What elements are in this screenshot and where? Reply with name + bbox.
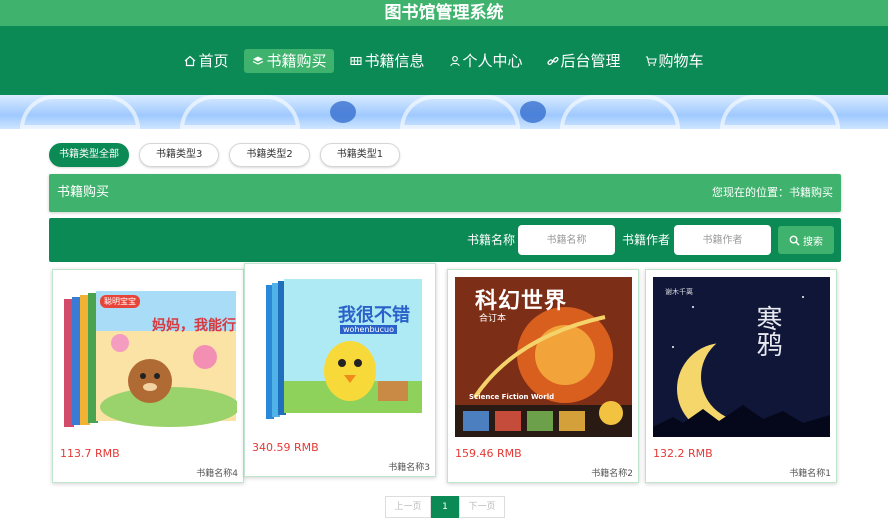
book-cover: 谢木千离 寒鸦	[653, 277, 830, 437]
cover-subtitle: 合订本	[479, 314, 507, 324]
book-name-label: 书籍名称	[467, 233, 516, 247]
cover-author: 谢木千离	[665, 288, 693, 296]
nav-cart[interactable]: 购物车	[637, 49, 712, 73]
pagination: 上一页 1 下一页	[385, 496, 505, 518]
home-icon	[185, 55, 196, 66]
nav-home-label: 首页	[198, 51, 229, 70]
nav-admin-label: 后台管理	[560, 51, 621, 70]
book-author-input[interactable]	[674, 225, 771, 255]
nav-cart-label: 购物车	[658, 51, 704, 70]
book-price: 132.2 RMB	[653, 447, 713, 460]
layers-icon	[253, 56, 264, 65]
nav-book-info[interactable]: 书籍信息	[342, 49, 432, 73]
cover-title: 我很不错	[338, 305, 410, 326]
link-icon	[546, 56, 559, 65]
cover-title: 寒鸦	[752, 305, 782, 357]
nav-home[interactable]: 首页	[176, 49, 236, 73]
book-card[interactable]: 谢木千离 寒鸦 132.2 RMB 书籍名称1	[645, 269, 837, 483]
book-cover: 我很不错 wohenbucuo	[252, 271, 429, 431]
search-button-label: 搜索	[803, 236, 823, 248]
header-banner	[0, 95, 888, 129]
nav-book-info-label: 书籍信息	[364, 51, 425, 70]
search-icon	[789, 235, 800, 246]
book-author-label: 书籍作者	[622, 233, 671, 247]
search-button[interactable]: 搜索	[778, 226, 834, 254]
search-bar: 书籍名称 书籍作者 搜索	[49, 218, 841, 262]
book-name: 书籍名称2	[591, 469, 633, 479]
section-title: 书籍购买	[57, 185, 110, 200]
tab-type-3[interactable]: 书籍类型3	[139, 143, 220, 167]
app-title: 图书馆管理系统	[0, 0, 888, 26]
tab-all-types[interactable]: 书籍类型全部	[49, 143, 129, 167]
cart-icon	[645, 55, 657, 66]
page-number-button[interactable]: 1	[431, 496, 459, 518]
user-icon	[449, 55, 460, 66]
cover-series: 聪明宝宝	[100, 295, 140, 308]
grid-icon	[350, 56, 363, 65]
nav-buy-books[interactable]: 书籍购买	[244, 48, 335, 73]
nav-personal-center-label: 个人中心	[462, 51, 523, 70]
tab-type-2[interactable]: 书籍类型2	[229, 143, 310, 167]
nav-admin[interactable]: 后台管理	[539, 49, 629, 73]
cover-subtitle: wohenbucuo	[340, 325, 398, 334]
book-name: 书籍名称4	[196, 469, 238, 479]
prev-page-button[interactable]: 上一页	[385, 496, 431, 518]
next-page-button[interactable]: 下一页	[459, 496, 505, 518]
book-cover: 聪明宝宝 妈妈，我能行	[60, 277, 237, 437]
main-nav: 首页 书籍购买 书籍信息 个人中心 后台管理 购物车	[0, 26, 888, 95]
cover-english-title: Science Fiction World	[469, 393, 555, 401]
book-price: 159.46 RMB	[455, 447, 522, 460]
tab-type-1[interactable]: 书籍类型1	[319, 143, 401, 167]
book-cover: 科幻世界 合订本 Science Fiction World	[455, 277, 632, 437]
breadcrumb: 您现在的位置：书籍购买	[712, 186, 833, 199]
book-name: 书籍名称1	[789, 469, 831, 479]
book-price: 340.59 RMB	[252, 441, 319, 454]
book-name: 书籍名称3	[388, 463, 430, 473]
book-price: 113.7 RMB	[60, 447, 120, 460]
nav-buy-books-label: 书籍购买	[266, 51, 327, 70]
cover-title: 妈妈，我能行	[152, 318, 236, 334]
book-card[interactable]: 聪明宝宝 妈妈，我能行 113.7 RMB 书籍名称4	[52, 269, 244, 483]
section-header: 书籍购买 您现在的位置：书籍购买	[49, 174, 841, 212]
book-card[interactable]: 科幻世界 合订本 Science Fiction World 159.46 RM…	[447, 269, 639, 483]
category-tabs: 书籍类型全部 书籍类型3 书籍类型2 书籍类型1	[49, 143, 401, 167]
nav-personal-center[interactable]: 个人中心	[441, 49, 531, 73]
book-card[interactable]: 我很不错 wohenbucuo 340.59 RMB 书籍名称3	[244, 263, 436, 477]
book-name-input[interactable]	[518, 225, 615, 255]
